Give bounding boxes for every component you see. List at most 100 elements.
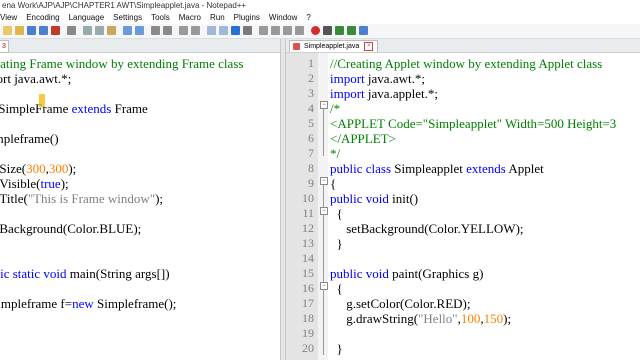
code-token: { (330, 206, 343, 221)
fold-toggle-icon[interactable]: − (320, 101, 328, 109)
save-icon[interactable] (27, 26, 36, 35)
user-language-icon[interactable] (259, 26, 268, 35)
line-number: 20 (302, 341, 314, 355)
code-line: blic static void main(String args[]) (0, 266, 170, 281)
menu-item-plugins[interactable]: Plugins (234, 12, 260, 24)
code-token: 100 (460, 311, 481, 326)
code-token: 150 (483, 311, 504, 326)
code-token: public void (330, 191, 393, 206)
line-number-gutter: 1 2 3 4 5 6 7 8 9 10 11 12 13 14 15 16 17 18 19 20 (286, 53, 319, 360)
line-number: 15 (302, 266, 314, 280)
code-token: import (330, 71, 368, 86)
new-file-icon[interactable] (3, 26, 12, 35)
menu-item-[interactable]: ? (306, 12, 310, 24)
code-line: setBackground(Color.YELLOW); (330, 221, 523, 236)
code-token: */ (330, 146, 341, 161)
fold-toggle-icon[interactable]: − (320, 282, 328, 290)
play-macro-icon[interactable] (335, 26, 344, 35)
fold-toggle-icon[interactable]: − (320, 207, 328, 215)
code-token: "This is Frame window" (27, 191, 156, 206)
code-line: } (330, 341, 343, 356)
line-number: 9 (308, 176, 314, 190)
code-line: <APPLET Code="Simpleapplet" Width=500 He… (330, 116, 616, 131)
code-line: reating Frame window by extending Frame … (0, 56, 243, 71)
code-token: Frame (114, 101, 148, 116)
save-all-icon[interactable] (39, 26, 48, 35)
line-number: 17 (302, 296, 314, 310)
code-line: impleframe() (0, 131, 59, 146)
code-token: s Simple (0, 101, 36, 116)
code-line: { (330, 206, 343, 221)
code-line: { (330, 176, 336, 191)
line-number: 13 (302, 236, 314, 250)
undo-icon[interactable] (123, 26, 132, 35)
save-macro-icon[interactable] (359, 26, 368, 35)
window-title: ena Work\AJP\AJP\CHAPTER1 AWT\Simpleappl… (2, 1, 247, 10)
code-token: //Creating Applet window by extending Ap… (330, 56, 603, 71)
code-token: reating Frame window by extending Frame … (0, 56, 244, 71)
zoom-out-icon[interactable] (191, 26, 200, 35)
menu-item-settings[interactable]: Settings (113, 12, 142, 24)
code-line: etTitle("This is Frame window"); (0, 191, 163, 206)
doc-map-icon[interactable] (271, 26, 280, 35)
code-token: } (330, 341, 343, 356)
redo-icon[interactable] (135, 26, 144, 35)
menu-item-encoding[interactable]: Encoding (26, 12, 59, 24)
line-number: 2 (308, 71, 314, 85)
line-number: 7 (308, 146, 314, 160)
paste-icon[interactable] (107, 26, 116, 35)
run-macro-multiple-icon[interactable] (347, 26, 356, 35)
code-token: 300 (48, 161, 69, 176)
word-wrap-icon[interactable] (219, 26, 228, 35)
cut-icon[interactable] (83, 26, 92, 35)
code-line: public void paint(Graphics g) (330, 266, 483, 281)
print-icon[interactable] (67, 26, 76, 35)
code-token: import (330, 86, 368, 101)
folder-workspace-icon[interactable] (295, 26, 304, 35)
text-cursor (39, 94, 45, 107)
code-token: extends (466, 161, 509, 176)
menu-item-tools[interactable]: Tools (151, 12, 170, 24)
code-token: init() (392, 191, 419, 206)
function-list-icon[interactable] (283, 26, 292, 35)
code-token: g.drawString( (330, 311, 419, 326)
menu-item-view[interactable]: View (0, 12, 17, 24)
line-number: 4 (308, 101, 314, 115)
code-line: port java.awt.*; (0, 71, 71, 86)
menu-item-language[interactable]: Language (69, 12, 105, 24)
sync-scroll-icon[interactable] (207, 26, 216, 35)
copy-icon[interactable] (95, 26, 104, 35)
code-token: etTitle( (0, 191, 28, 206)
menu-item-macro[interactable]: Macro (179, 12, 201, 24)
record-macro-icon[interactable] (311, 26, 320, 35)
code-token: impleframe() (0, 131, 59, 146)
fold-margin: − − − − (318, 53, 328, 360)
find-icon[interactable] (151, 26, 160, 35)
indent-guide-icon[interactable] (243, 26, 252, 35)
tab-simpleapplet-java[interactable]: Simpleapplet.java × (289, 40, 379, 52)
code-line: /* (330, 101, 340, 116)
code-token: 300 (26, 161, 46, 176)
fold-toggle-icon[interactable]: − (320, 177, 328, 185)
code-line: import java.applet.*; (330, 86, 438, 101)
line-number: 19 (302, 326, 314, 340)
line-number: 12 (302, 221, 314, 235)
open-file-icon[interactable] (15, 26, 24, 35)
close-file-icon[interactable] (51, 26, 60, 35)
close-tab-icon[interactable]: × (364, 41, 374, 51)
show-all-chars-icon[interactable] (231, 26, 240, 35)
code-token: g.setColor(Color.RED); (330, 296, 471, 311)
window-title-bar: ena Work\AJP\AJP\CHAPTER1 AWT\Simpleappl… (0, 0, 640, 12)
zoom-in-icon[interactable] (179, 26, 188, 35)
file-modified-icon (293, 43, 300, 50)
stop-record-icon[interactable] (323, 26, 332, 35)
line-number: 16 (302, 281, 314, 295)
menu-item-window[interactable]: Window (269, 12, 297, 24)
code-token: public void (330, 266, 393, 281)
code-line: { (330, 281, 343, 296)
replace-icon[interactable] (163, 26, 172, 35)
right-editor[interactable]: //Creating Applet window by extending Ap… (330, 53, 640, 360)
code-token: /* (330, 101, 341, 116)
menu-item-run[interactable]: Run (210, 12, 225, 24)
left-file-tab[interactable]: 3 (0, 40, 9, 53)
